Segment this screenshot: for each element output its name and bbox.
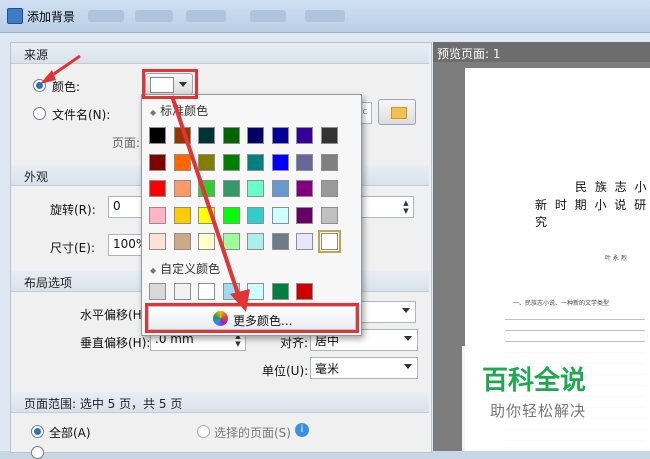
arrow-head [230,289,250,312]
annotation-arrows [40,54,250,312]
arrow-head [40,70,56,84]
arrow-to-more-colors [170,95,242,301]
